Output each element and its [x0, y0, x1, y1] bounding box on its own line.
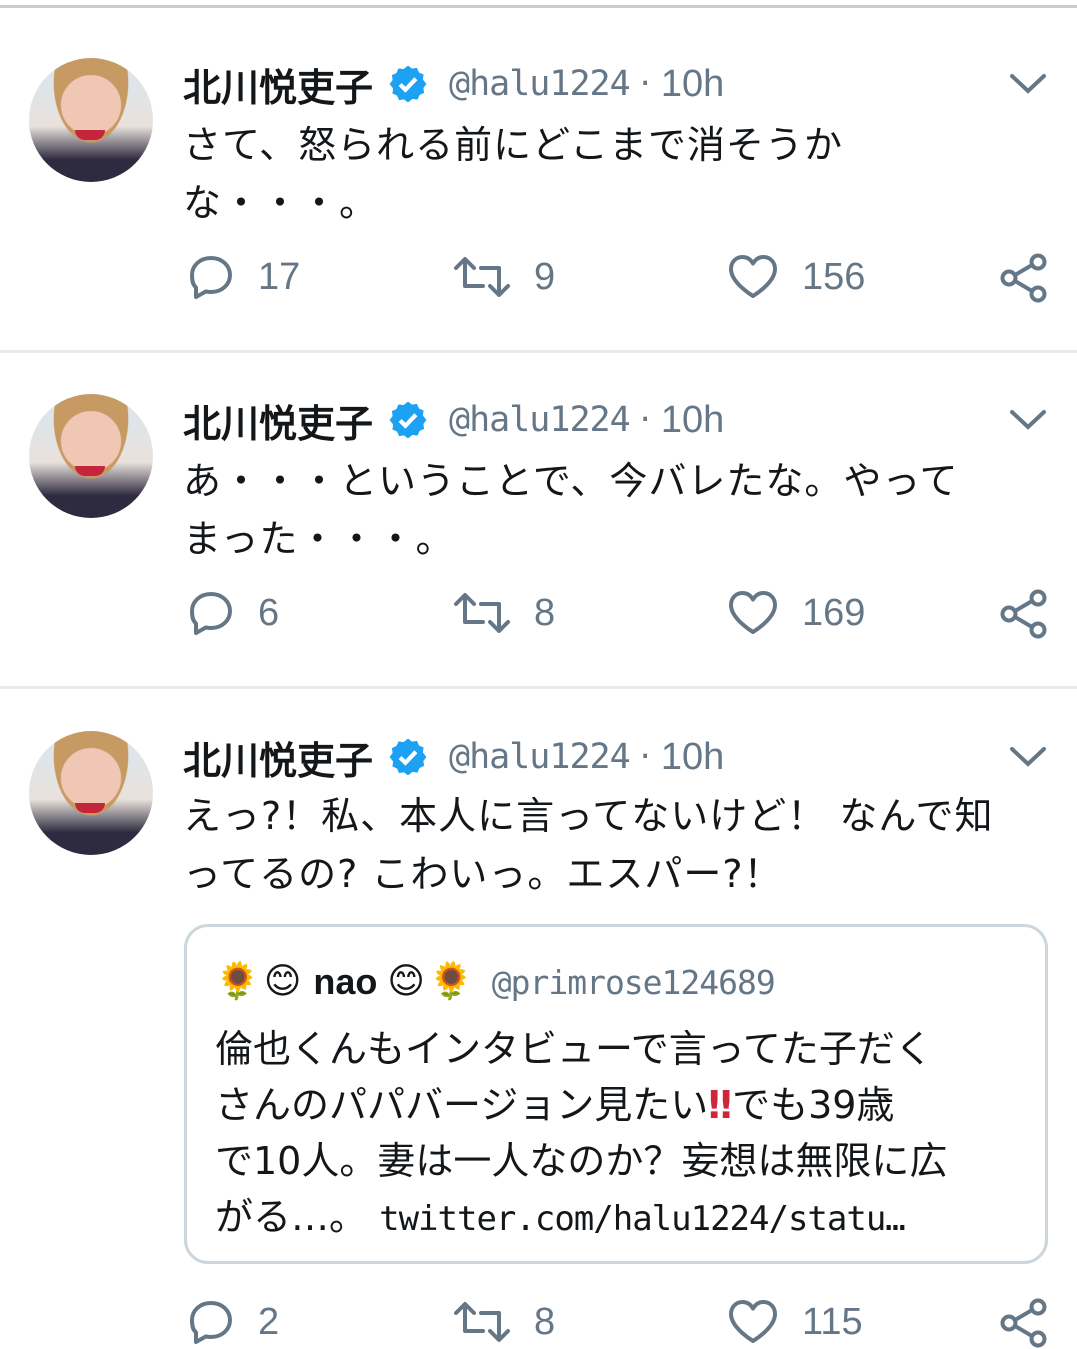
- chevron-down-icon[interactable]: [1006, 741, 1050, 771]
- chevron-down-icon[interactable]: [1006, 404, 1050, 434]
- top-divider: [0, 0, 1077, 10]
- tweet-text: あ・・・ということで、今バレたな。やって まった・・・。: [183, 452, 1053, 568]
- tweet-actions: 6 8 169: [0, 588, 1077, 640]
- like-icon: [729, 1300, 777, 1343]
- quoted-tweet-header: 🌻 😊 nao 😊 🌻 @primrose124689: [215, 955, 776, 1009]
- tweet-time[interactable]: 10h: [661, 399, 724, 442]
- retweet-count: 9: [534, 255, 556, 298]
- separator-dot: ·: [639, 64, 651, 104]
- retweet-icon: [454, 257, 510, 297]
- double-exclamation-icon: ‼: [708, 1083, 733, 1127]
- reply-count: 2: [258, 1300, 280, 1343]
- avatar[interactable]: [29, 731, 153, 855]
- like-count: 115: [802, 1300, 863, 1343]
- share-button[interactable]: [998, 252, 1050, 304]
- author-name[interactable]: 北川悦吏子: [183, 730, 373, 785]
- tweet-text: えっ?！私、本人に言ってないけど！ なんで知 ってるの? こわいっ。エスパー?！: [183, 787, 1053, 903]
- author-name[interactable]: 北川悦吏子: [183, 57, 373, 112]
- like-count: 156: [802, 255, 866, 298]
- tweet-time[interactable]: 10h: [661, 736, 724, 779]
- reply-button[interactable]: 17: [186, 252, 300, 302]
- quoted-tweet-card[interactable]: 🌻 😊 nao 😊 🌻 @primrose124689 倫也くんもインタビューで…: [184, 924, 1048, 1264]
- retweet-count: 8: [534, 591, 556, 634]
- share-button[interactable]: [998, 588, 1050, 640]
- quoted-author-handle: @primrose124689: [491, 962, 776, 1002]
- reply-button[interactable]: 6: [186, 588, 279, 638]
- like-icon: [729, 255, 777, 298]
- tweet-actions: 2 8 115: [0, 1297, 1077, 1349]
- retweet-button[interactable]: 9: [452, 252, 555, 302]
- quoted-tweet-text: 倫也くんもインタビューで言ってた子だく さんのパパバージョン見たい‼でも39歳 …: [215, 1021, 1035, 1247]
- tweet-text-line: さて、怒られる前にどこまで消そうか な・・・。: [183, 123, 843, 225]
- reply-icon: [190, 256, 232, 299]
- reply-count: 17: [258, 255, 301, 298]
- author-handle[interactable]: @halu1224: [449, 737, 631, 777]
- like-button[interactable]: 169: [726, 588, 865, 638]
- retweet-button[interactable]: 8: [452, 588, 555, 638]
- avatar[interactable]: [29, 394, 153, 518]
- retweet-button[interactable]: 8: [452, 1297, 555, 1347]
- like-button[interactable]: 156: [726, 252, 865, 302]
- verified-badge-icon: [389, 65, 427, 103]
- tweet-actions: 17 9 156: [0, 252, 1077, 304]
- quoted-author-name: nao: [313, 961, 378, 1002]
- reply-icon: [190, 1301, 232, 1344]
- share-icon: [1000, 253, 1047, 303]
- like-button[interactable]: 115: [726, 1297, 863, 1347]
- tweet-header: 北川悦吏子 @halu1224 · 10h: [183, 390, 724, 450]
- tweet-text-line: あ・・・ということで、今バレたな。やって まった・・・。: [183, 459, 959, 561]
- like-icon: [729, 591, 777, 634]
- like-count: 169: [802, 591, 866, 634]
- retweet-icon: [454, 593, 510, 633]
- tweet-header: 北川悦吏子 @halu1224 · 10h: [183, 727, 724, 787]
- verified-badge-icon: [389, 738, 427, 776]
- share-icon: [1000, 589, 1047, 639]
- reply-button[interactable]: 2: [186, 1297, 279, 1347]
- tweet-time[interactable]: 10h: [661, 63, 724, 106]
- reply-icon: [190, 592, 232, 635]
- author-handle[interactable]: @halu1224: [449, 64, 631, 104]
- sunflower-icon: 🌻: [428, 961, 474, 1002]
- tweet-1[interactable]: 北川悦吏子 @halu1224 · 10h さて、怒られる前にどこまで消そうか …: [0, 12, 1077, 353]
- share-button[interactable]: [998, 1297, 1050, 1349]
- smile-icon: 😊: [263, 961, 302, 1002]
- tweet-text: さて、怒られる前にどこまで消そうか な・・・。: [183, 116, 1053, 232]
- reply-count: 6: [258, 591, 280, 634]
- verified-badge-icon: [389, 401, 427, 439]
- smile-icon: 😊: [387, 961, 425, 1002]
- quoted-link[interactable]: twitter.com/halu1224/statu…: [379, 1199, 906, 1239]
- retweet-icon: [454, 1302, 510, 1342]
- author-handle[interactable]: @halu1224: [449, 400, 631, 440]
- separator-dot: ·: [639, 400, 651, 440]
- author-name[interactable]: 北川悦吏子: [183, 393, 373, 448]
- separator-dot: ·: [639, 737, 651, 777]
- share-icon: [1000, 1298, 1047, 1348]
- avatar[interactable]: [29, 58, 153, 182]
- chevron-down-icon[interactable]: [1006, 68, 1050, 98]
- sunflower-icon: 🌻: [215, 961, 260, 1002]
- tweet-header: 北川悦吏子 @halu1224 · 10h: [183, 54, 724, 114]
- tweet-2[interactable]: 北川悦吏子 @halu1224 · 10h あ・・・ということで、今バレたな。や…: [0, 350, 1077, 689]
- retweet-count: 8: [534, 1300, 556, 1343]
- tweet-text-line: えっ?！私、本人に言ってないけど！ なんで知 ってるの? こわいっ。エスパー?！: [183, 794, 994, 896]
